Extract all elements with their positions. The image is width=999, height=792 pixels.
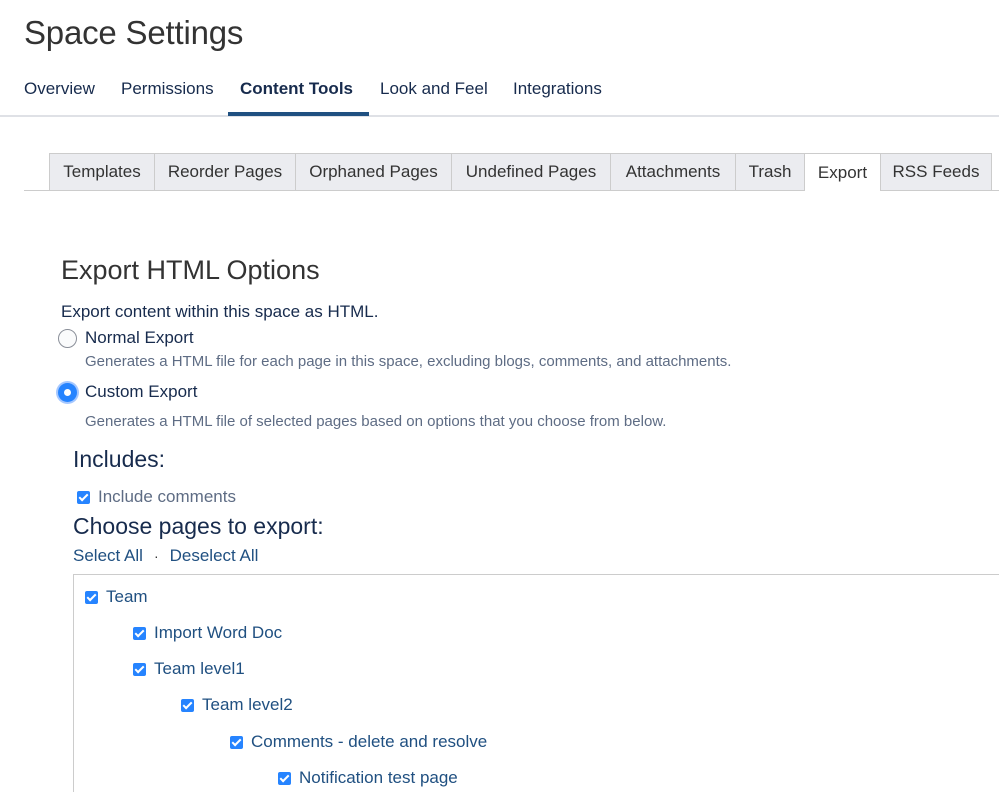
custom-export-label: Custom Export bbox=[85, 382, 198, 401]
tab-reorder-pages[interactable]: Reorder Pages bbox=[154, 153, 296, 190]
page-label[interactable]: Notification test page bbox=[299, 768, 458, 788]
page-tree-item[interactable]: Comments - delete and resolve bbox=[230, 732, 487, 752]
tab-export[interactable]: Export bbox=[804, 153, 881, 191]
normal-export-label: Normal Export bbox=[85, 328, 194, 347]
custom-export-help: Generates a HTML file of selected pages … bbox=[85, 413, 667, 430]
nav-look-and-feel[interactable]: Look and Feel bbox=[380, 79, 488, 99]
page-checkbox[interactable] bbox=[230, 735, 243, 749]
nav-integrations[interactable]: Integrations bbox=[513, 79, 602, 99]
include-comments-checkbox[interactable] bbox=[77, 490, 90, 504]
custom-export-radio[interactable] bbox=[58, 382, 77, 402]
nav-content-tools[interactable]: Content Tools bbox=[240, 79, 353, 99]
page-label[interactable]: Team level2 bbox=[202, 695, 293, 715]
nav-permissions[interactable]: Permissions bbox=[121, 79, 214, 99]
page-checkbox[interactable] bbox=[85, 590, 98, 604]
page-tree-item[interactable]: Team level2 bbox=[181, 695, 293, 715]
page-label[interactable]: Import Word Doc bbox=[154, 623, 282, 643]
export-description: Export content within this space as HTML… bbox=[61, 302, 379, 321]
selection-links: Select All · Deselect All bbox=[73, 546, 258, 566]
includes-title: Includes: bbox=[73, 446, 166, 472]
page-tree: Team Import Word Doc Team level1 Team le… bbox=[73, 574, 999, 792]
tab-templates[interactable]: Templates bbox=[49, 153, 155, 190]
deselect-all-link[interactable]: Deselect All bbox=[170, 546, 259, 566]
select-all-link[interactable]: Select All bbox=[73, 546, 143, 566]
tab-rss-feeds[interactable]: RSS Feeds bbox=[880, 153, 992, 190]
space-settings-nav: Overview Permissions Content Tools Look … bbox=[0, 74, 999, 117]
page-tree-item[interactable]: Team level1 bbox=[133, 659, 245, 679]
tab-undefined-pages[interactable]: Undefined Pages bbox=[451, 153, 611, 190]
choose-pages-title: Choose pages to export: bbox=[73, 513, 324, 539]
page-checkbox[interactable] bbox=[133, 626, 146, 640]
normal-export-radio[interactable] bbox=[58, 328, 77, 348]
include-comments-option[interactable]: Include comments bbox=[77, 487, 236, 507]
tab-orphaned-pages[interactable]: Orphaned Pages bbox=[295, 153, 452, 190]
normal-export-help: Generates a HTML file for each page in t… bbox=[85, 353, 732, 370]
page-checkbox[interactable] bbox=[278, 771, 291, 785]
tab-trash[interactable]: Trash bbox=[735, 153, 805, 190]
export-options-title: Export HTML Options bbox=[61, 255, 320, 285]
link-separator: · bbox=[153, 548, 159, 564]
active-nav-indicator bbox=[228, 112, 369, 116]
page-tree-item[interactable]: Team bbox=[85, 587, 148, 607]
page-tree-item[interactable]: Notification test page bbox=[278, 768, 458, 788]
include-comments-label: Include comments bbox=[98, 487, 236, 506]
tab-attachments[interactable]: Attachments bbox=[610, 153, 736, 190]
page-label[interactable]: Team bbox=[106, 587, 148, 607]
page-tree-item[interactable]: Import Word Doc bbox=[133, 623, 282, 643]
page-checkbox[interactable] bbox=[133, 662, 146, 676]
custom-export-option[interactable]: Custom Export bbox=[58, 382, 197, 402]
page-label[interactable]: Team level1 bbox=[154, 659, 245, 679]
page-title: Space Settings bbox=[24, 14, 244, 51]
nav-overview[interactable]: Overview bbox=[24, 79, 95, 99]
page-checkbox[interactable] bbox=[181, 698, 194, 712]
content-tools-tabs: Templates Reorder Pages Orphaned Pages U… bbox=[24, 153, 999, 191]
page-label[interactable]: Comments - delete and resolve bbox=[251, 732, 487, 752]
normal-export-option[interactable]: Normal Export bbox=[58, 328, 194, 348]
